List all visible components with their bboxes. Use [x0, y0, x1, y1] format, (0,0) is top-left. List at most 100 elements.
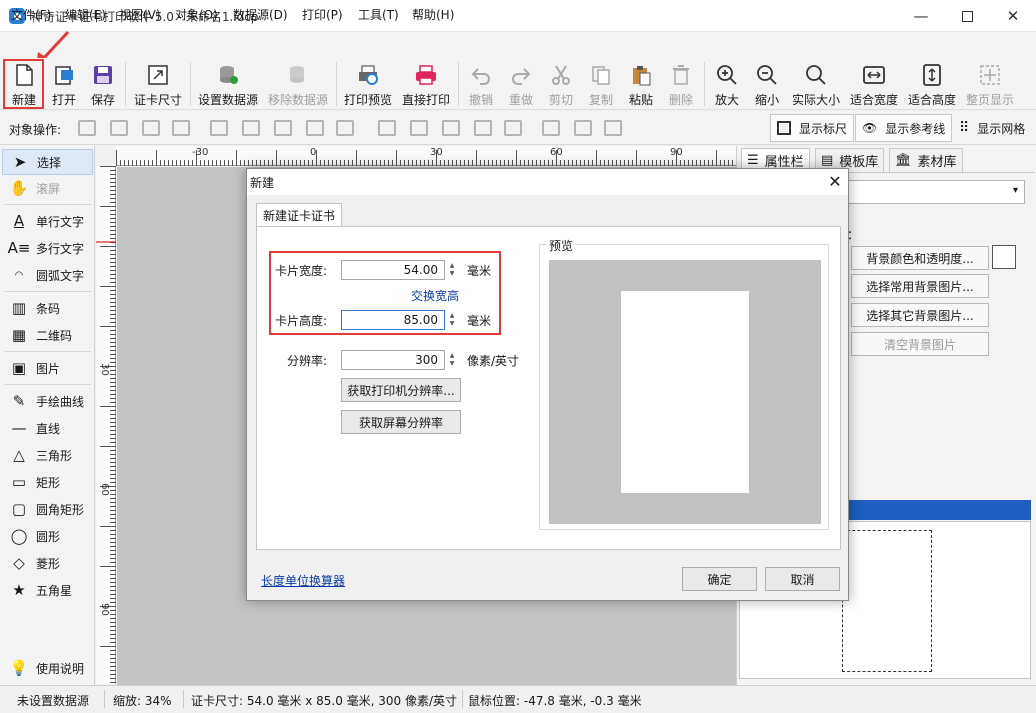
tool-select[interactable]: ➤ 选择	[2, 149, 93, 175]
get-printer-dpi-button[interactable]: 获取打印机分辨率...	[341, 378, 461, 402]
remove-datasource-button[interactable]: 移除数据源	[267, 60, 329, 108]
bring-front-icon[interactable]	[78, 120, 96, 136]
align-middle-icon[interactable]	[410, 120, 428, 136]
send-back-icon[interactable]	[110, 120, 128, 136]
museum-icon: 🏛	[895, 153, 912, 168]
tool-rect[interactable]: ▭ 矩形	[2, 469, 93, 495]
tool-barcode[interactable]: ▥ 条码	[2, 295, 93, 321]
redo-button[interactable]: 重做	[506, 60, 536, 108]
align-bottom-icon[interactable]	[442, 120, 460, 136]
layer-down-icon[interactable]	[172, 120, 190, 136]
distribute-v2-icon[interactable]	[504, 120, 522, 136]
show-ruler-toggle[interactable]: 显示标尺	[770, 114, 855, 142]
status-datasource: 未设置数据源	[17, 694, 90, 708]
tool-rounded-rect[interactable]: ▢ 圆角矩形	[2, 496, 93, 522]
full-page-button[interactable]: 整页显示	[964, 60, 1016, 108]
bg-clear-button[interactable]: 清空背景图片	[851, 332, 989, 356]
align-center-icon[interactable]	[242, 120, 260, 136]
magnifier-icon	[804, 63, 828, 87]
maximize-button[interactable]	[944, 0, 990, 32]
dialog-close-button[interactable]: ✕	[825, 171, 845, 191]
pencil-icon: ✎	[12, 392, 26, 410]
tool-image[interactable]: ▣ 图片	[2, 355, 93, 381]
menu-datasource[interactable]: 数据源(D)	[233, 6, 288, 23]
lock-group-icon[interactable]	[604, 120, 622, 136]
triangle-icon: △	[13, 446, 25, 464]
align-right-icon[interactable]	[274, 120, 292, 136]
tool-star[interactable]: ★ 五角星	[2, 577, 93, 603]
paste-button[interactable]: 粘贴	[626, 60, 656, 108]
ok-button[interactable]: 确定	[682, 567, 757, 591]
tab-assets[interactable]: 🏛 素材库	[889, 148, 963, 172]
menu-view[interactable]: 视图(V)	[119, 6, 161, 23]
show-guides-toggle[interactable]: 👁 显示参考线	[855, 114, 953, 142]
align-top-icon[interactable]	[378, 120, 396, 136]
menu-edit[interactable]: 编辑(E)	[65, 6, 106, 23]
open-file-icon	[52, 63, 76, 87]
tool-qrcode[interactable]: ▦ 二维码	[2, 322, 93, 348]
set-datasource-button[interactable]: 设置数据源	[197, 60, 259, 108]
undo-button[interactable]: 撤销	[466, 60, 496, 108]
zoom-in-button[interactable]: 放大	[712, 60, 742, 108]
tool-single-text[interactable]: A 单行文字	[2, 208, 93, 234]
cursor-icon: ➤	[13, 153, 27, 171]
status-zoom: 缩放: 34%	[113, 694, 172, 708]
card-size-button[interactable]: 证卡尺寸	[133, 60, 183, 108]
actual-size-button[interactable]: 实际大小	[790, 60, 842, 108]
bg-color-swatch[interactable]	[992, 245, 1016, 269]
tool-line[interactable]: — 直线	[2, 415, 93, 441]
bg-color-button[interactable]: 背景颜色和透明度...	[851, 246, 989, 270]
align-left-icon[interactable]	[210, 120, 228, 136]
group-icon[interactable]	[542, 120, 560, 136]
cut-button[interactable]: 剪切	[546, 60, 576, 108]
tool-arc-text[interactable]: ◠ 圆弧文字	[2, 262, 93, 288]
menu-file[interactable]: 文件(F)	[11, 6, 51, 23]
bg-other-button[interactable]: 选择其它背景图片...	[851, 303, 989, 327]
menu-help[interactable]: 帮助(H)	[412, 6, 454, 23]
new-button-highlight	[3, 59, 44, 109]
menu-tools[interactable]: 工具(T)	[358, 6, 399, 23]
bg-common-button[interactable]: 选择常用背景图片...	[851, 274, 989, 298]
tool-diamond[interactable]: ◇ 菱形	[2, 550, 93, 576]
rounded-rect-icon: ▢	[11, 500, 27, 518]
menu-print[interactable]: 打印(P)	[302, 6, 343, 23]
database-remove-icon	[286, 63, 310, 87]
delete-button[interactable]: 删除	[666, 60, 696, 108]
distribute-v-icon[interactable]	[474, 120, 492, 136]
unit-converter-link[interactable]: 长度单位换算器	[261, 572, 345, 589]
direct-print-button[interactable]: 直接打印	[401, 60, 451, 108]
tool-freehand[interactable]: ✎ 手绘曲线	[2, 388, 93, 414]
tool-triangle[interactable]: △ 三角形	[2, 442, 93, 468]
tab-new-card[interactable]: 新建证卡证书	[256, 203, 343, 227]
dpi-spinner[interactable]: ▲ ▼	[446, 350, 458, 370]
fit-height-button[interactable]: 适合高度	[906, 60, 958, 108]
dpi-input[interactable]: 300	[341, 350, 445, 370]
cancel-button[interactable]: 取消	[765, 567, 840, 591]
qrcode-icon: ▦	[11, 326, 27, 344]
tool-ellipse[interactable]: ◯ 圆形	[2, 523, 93, 549]
minimize-button[interactable]: —	[898, 0, 944, 32]
distribute-h-icon[interactable]	[306, 120, 324, 136]
save-button[interactable]: 保存	[88, 60, 118, 108]
print-preview-button[interactable]: 打印预览	[343, 60, 393, 108]
image-icon: ▣	[11, 359, 27, 377]
close-window-button[interactable]: ✕	[990, 0, 1036, 32]
arc-text-icon: ◠	[14, 269, 24, 281]
copy-icon	[589, 63, 613, 87]
get-screen-dpi-button[interactable]: 获取屏幕分辨率	[341, 410, 461, 434]
ungroup-icon[interactable]	[574, 120, 592, 136]
copy-button[interactable]: 复制	[586, 60, 616, 108]
barcode-icon: ▥	[11, 299, 27, 317]
new-card-dialog: 新建 ✕ 新建证卡证书 卡片宽度: 54.00 ▲ ▼ 毫米 交换宽高 卡片高度:…	[246, 168, 849, 601]
zoom-out-button[interactable]: 缩小	[752, 60, 782, 108]
distribute-h2-icon[interactable]	[336, 120, 354, 136]
fit-width-button[interactable]: 适合宽度	[848, 60, 900, 108]
tool-multi-text[interactable]: A≡ 多行文字	[2, 235, 93, 261]
menu-object[interactable]: 对象(O)	[175, 6, 218, 23]
tool-scroll[interactable]: ✋ 滚屏	[2, 175, 93, 201]
open-button[interactable]: 打开	[49, 60, 79, 108]
layer-up-icon[interactable]	[142, 120, 160, 136]
object-select-dropdown[interactable]: ▾	[847, 180, 1025, 204]
tool-help[interactable]: 💡 使用说明	[2, 655, 93, 681]
show-grid-toggle[interactable]: ⠿ 显示网格	[952, 114, 1032, 142]
